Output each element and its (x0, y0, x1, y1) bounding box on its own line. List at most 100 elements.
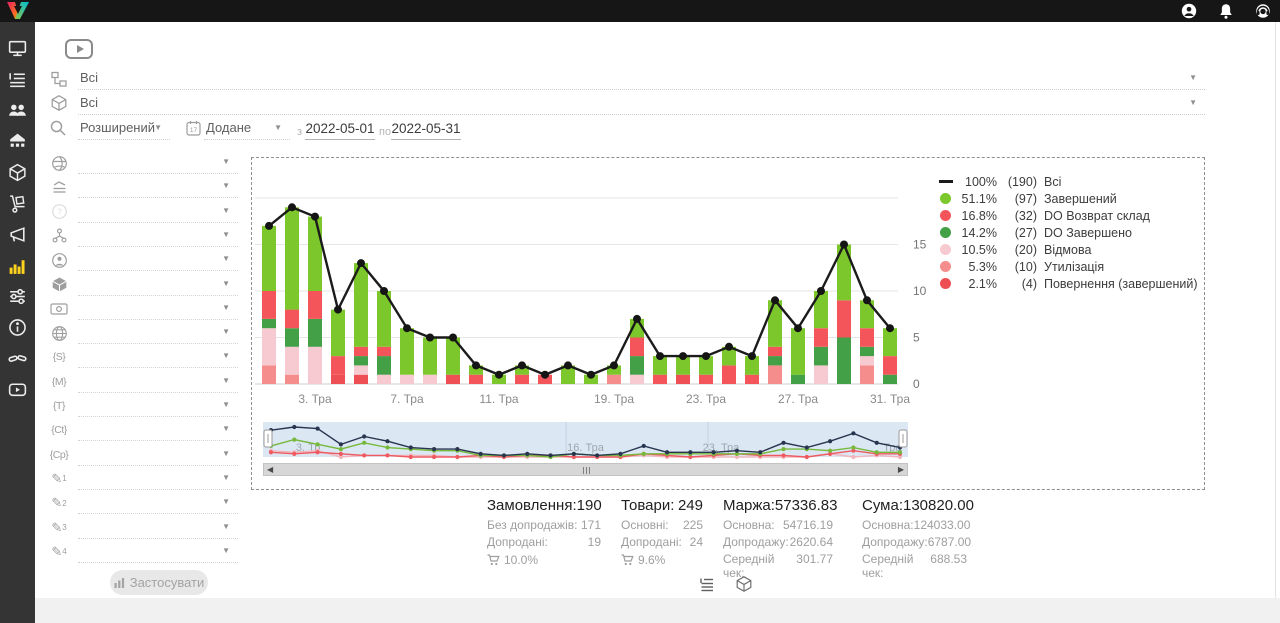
bar-segment-do_zaversheno[interactable] (814, 347, 828, 366)
filter-param-select-website[interactable]: ▼ (78, 322, 238, 344)
date-from-input[interactable]: 2022-05-01 (305, 119, 375, 140)
scroll-left-icon[interactable]: ◀ (267, 464, 273, 476)
sidebar-item-products[interactable] (7, 162, 28, 183)
legend-item-povernennya[interactable]: 2.1%(4)Повернення (завершений) (940, 275, 1198, 292)
sidebar-item-analytics[interactable] (7, 255, 28, 276)
total-line-point[interactable] (311, 213, 319, 221)
orders-view-toggle-icon[interactable] (698, 575, 716, 593)
bar-segment-vidmova[interactable] (630, 375, 644, 384)
sidebar-item-partners[interactable] (7, 348, 28, 369)
bar-segment-zavershenyi[interactable] (308, 217, 322, 291)
bar-segment-utilizatsiya[interactable] (285, 375, 299, 384)
navigator-handle-right[interactable] (899, 430, 907, 447)
bar-segment-vidmova[interactable] (400, 375, 414, 384)
sidebar-item-procurement[interactable] (7, 193, 28, 214)
bar-segment-do_zaversheno[interactable] (883, 375, 897, 384)
bar-segment-do_zaversheno[interactable] (860, 347, 874, 356)
total-line-point[interactable] (748, 352, 756, 360)
bar-segment-utilizatsiya[interactable] (768, 365, 782, 384)
bar-segment-povernennya[interactable] (676, 375, 690, 384)
bar-segment-do_zaversheno[interactable] (791, 375, 805, 384)
bar-segment-do_vozvrat[interactable] (653, 375, 667, 384)
bar-segment-do_vozvrat[interactable] (860, 328, 874, 347)
bar-segment-do_vozvrat[interactable] (285, 310, 299, 329)
orders-stacked-chart[interactable]: 0510153. Тра7. Тра11. Тра19. Тра23. Тра2… (253, 162, 953, 414)
date-type-select[interactable]: Додане ▼ (204, 118, 290, 140)
filter-param-select-t-param[interactable]: ▼ (78, 395, 238, 417)
filter-param-select-ct-param[interactable]: ▼ (78, 419, 238, 441)
date-to-input[interactable]: 2022-05-31 (391, 119, 461, 140)
total-line-point[interactable] (357, 259, 365, 267)
bar-segment-zavershenyi[interactable] (331, 310, 345, 357)
bar-segment-povernennya[interactable] (354, 375, 368, 384)
bar-segment-do_zaversheno[interactable] (630, 356, 644, 375)
bar-segment-do_vozvrat[interactable] (469, 375, 483, 384)
support-headset-icon[interactable] (1254, 2, 1272, 20)
products-view-toggle-icon[interactable] (735, 575, 753, 593)
total-line-point[interactable] (840, 241, 848, 249)
bar-segment-zavershenyi[interactable] (400, 328, 414, 375)
user-account-icon[interactable] (1180, 2, 1198, 20)
bar-segment-zavershenyi[interactable] (423, 338, 437, 375)
total-line-point[interactable] (403, 324, 411, 332)
bar-segment-do_zaversheno[interactable] (308, 319, 322, 347)
scroll-right-icon[interactable]: ▶ (898, 464, 904, 476)
total-line-point[interactable] (288, 203, 296, 211)
total-line-point[interactable] (633, 315, 641, 323)
bar-segment-do_vozvrat[interactable] (308, 291, 322, 319)
video-tutorial-button[interactable] (65, 39, 93, 59)
sidebar-item-store[interactable] (7, 131, 28, 152)
legend-item-do-zaversheno[interactable]: 14.2%(27)DO Завершено (940, 224, 1198, 241)
total-line-point[interactable] (886, 324, 894, 332)
search-mode-select[interactable]: Розширений ▼ (78, 118, 170, 140)
bar-segment-utilizatsiya[interactable] (262, 365, 276, 384)
bar-segment-do_vozvrat[interactable] (354, 347, 368, 356)
bar-segment-zavershenyi[interactable] (285, 207, 299, 309)
filter-param-select-package[interactable]: ▼ (78, 274, 238, 296)
filter-param-select-manager[interactable]: ▼ (78, 249, 238, 271)
legend-item-vidmova[interactable]: 10.5%(20)Відмова (940, 241, 1198, 258)
bar-segment-do_zaversheno[interactable] (285, 328, 299, 347)
bar-segment-do_zaversheno[interactable] (768, 356, 782, 365)
total-line-point[interactable] (679, 352, 687, 360)
sidebar-item-dashboard[interactable] (7, 38, 28, 59)
bar-segment-do_vozvrat[interactable] (745, 375, 759, 384)
bar-segment-povernennya[interactable] (446, 375, 460, 384)
notifications-bell-icon[interactable] (1217, 2, 1235, 20)
sidebar-item-about[interactable] (7, 317, 28, 338)
bar-segment-do_vozvrat[interactable] (515, 375, 529, 384)
bar-segment-do_zaversheno[interactable] (262, 319, 276, 328)
bar-segment-utilizatsiya[interactable] (607, 375, 621, 384)
filter-param-select-cp-param[interactable]: ▼ (78, 444, 238, 466)
bar-segment-do_vozvrat[interactable] (883, 356, 897, 375)
bar-segment-vidmova[interactable] (262, 328, 276, 365)
filter-param-select-pencil-3[interactable]: ▼ (78, 517, 238, 539)
legend-item-utilizatsiya[interactable]: 5.3%(10)Утилізація (940, 258, 1198, 275)
total-line-point[interactable] (587, 371, 595, 379)
total-line-point[interactable] (334, 306, 342, 314)
legend-item-vsi[interactable]: 100%(190)Всі (940, 173, 1198, 190)
sidebar-item-settings[interactable] (7, 286, 28, 307)
total-line-point[interactable] (564, 361, 572, 369)
total-line-point[interactable] (702, 352, 710, 360)
filter-param-select-globe[interactable]: ▼ (78, 152, 238, 174)
bar-segment-do_zaversheno[interactable] (837, 338, 851, 385)
total-line-point[interactable] (794, 324, 802, 332)
chart-navigator[interactable]: 3. Тр16. Тра23. ТраТра (263, 421, 908, 463)
total-line-point[interactable] (380, 287, 388, 295)
navigator-handle-left[interactable] (264, 430, 272, 447)
bar-segment-do_zaversheno[interactable] (354, 356, 368, 365)
bar-segment-do_vozvrat[interactable] (837, 300, 851, 337)
filter-param-select-pencil-2[interactable]: ▼ (78, 492, 238, 514)
total-line-point[interactable] (656, 352, 664, 360)
total-line-point[interactable] (495, 371, 503, 379)
total-line-point[interactable] (725, 343, 733, 351)
bar-segment-do_zaversheno[interactable] (377, 356, 391, 375)
bar-segment-povernennya[interactable] (331, 375, 345, 384)
total-line-point[interactable] (265, 222, 273, 230)
bar-segment-do_vozvrat[interactable] (331, 356, 345, 375)
bar-segment-do_vozvrat[interactable] (377, 347, 391, 356)
total-line-point[interactable] (817, 287, 825, 295)
total-line-point[interactable] (426, 334, 434, 342)
bar-segment-vidmova[interactable] (354, 365, 368, 374)
